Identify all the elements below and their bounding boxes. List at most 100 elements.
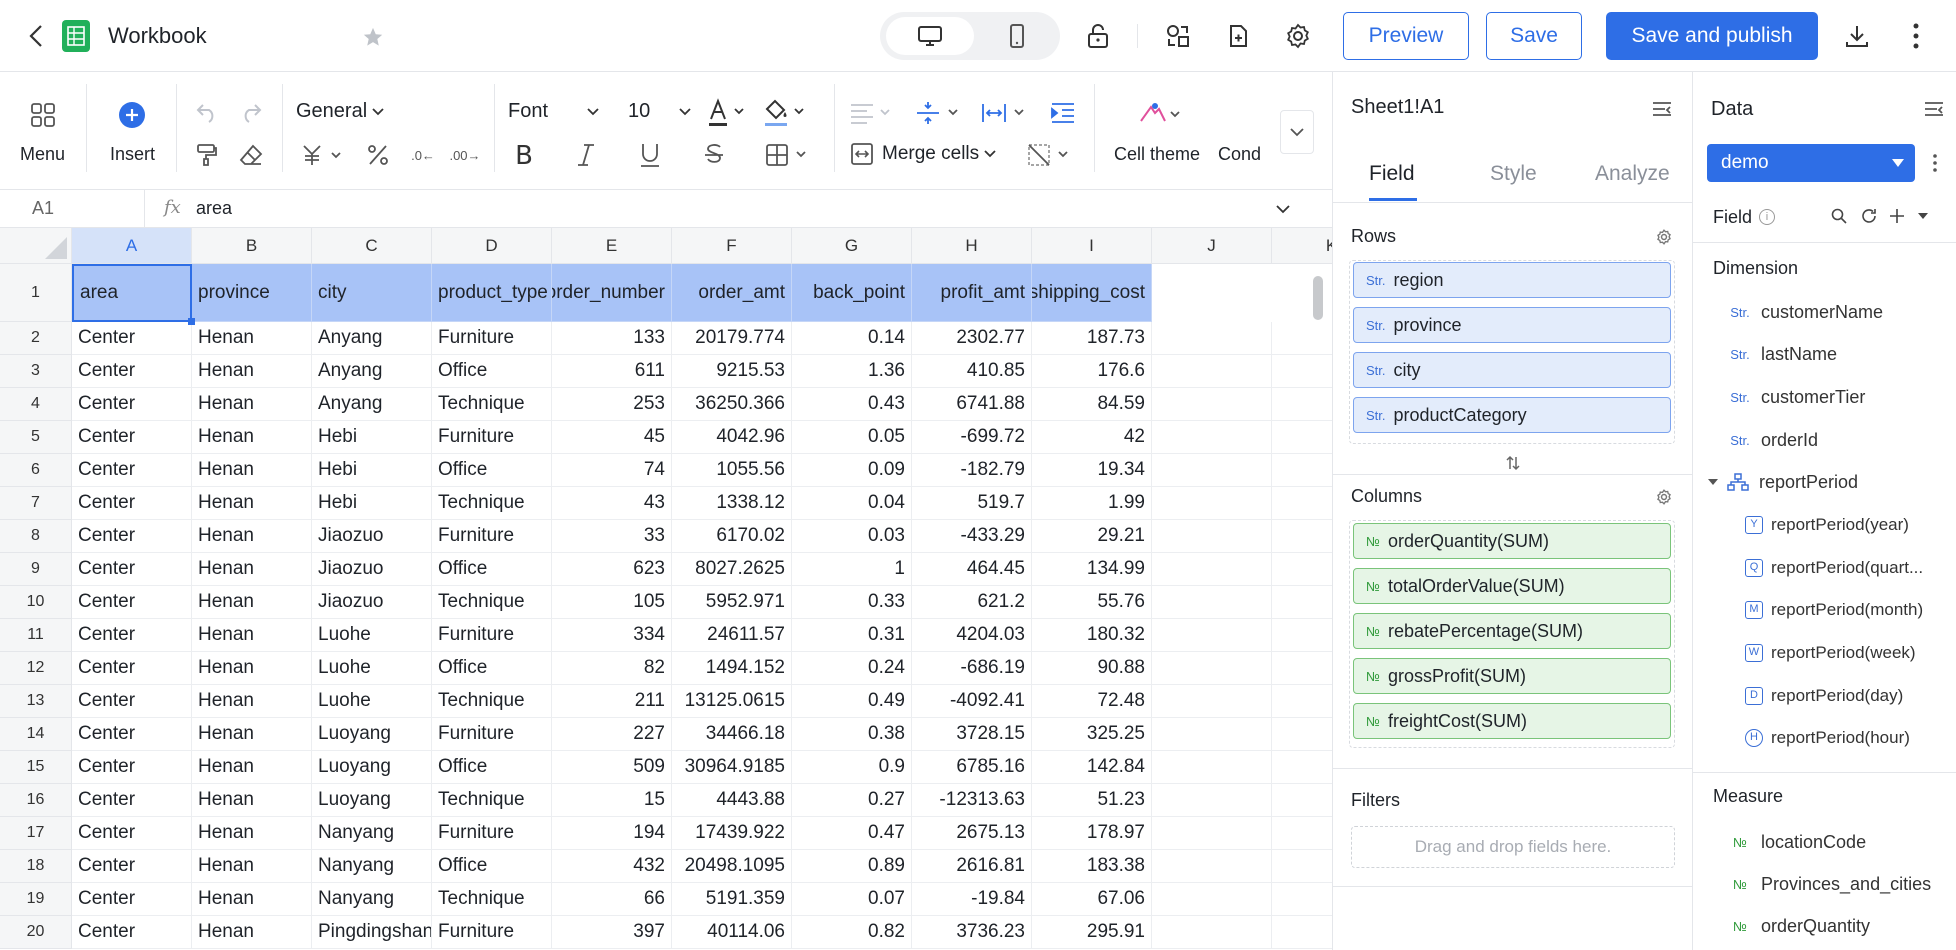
table-cell[interactable]: 42 [1032, 421, 1152, 454]
table-cell[interactable]: 1338.12 [672, 487, 792, 520]
column-header-d[interactable]: D [432, 228, 552, 264]
table-cell[interactable]: 84.59 [1032, 388, 1152, 421]
row-header[interactable]: 6 [0, 454, 72, 487]
column-header-e[interactable]: E [552, 228, 672, 264]
empty-cell[interactable] [1152, 619, 1272, 652]
table-cell[interactable]: 90.88 [1032, 652, 1152, 685]
table-cell[interactable]: 334 [552, 619, 672, 652]
table-cell[interactable]: 0.38 [792, 718, 912, 751]
row-header[interactable]: 12 [0, 652, 72, 685]
empty-cell[interactable] [1152, 751, 1272, 784]
header-cell[interactable]: area [72, 264, 192, 322]
header-cell[interactable]: profit_amt [912, 264, 1032, 322]
table-cell[interactable]: 15 [552, 784, 672, 817]
hierarchy-group[interactable]: reportPeriod [1707, 462, 1858, 502]
table-cell[interactable]: Henan [192, 652, 312, 685]
tab-style[interactable]: Style [1490, 162, 1537, 186]
table-cell[interactable]: Furniture [432, 520, 552, 553]
column-field-pill[interactable]: № freightCost(SUM) [1353, 703, 1671, 739]
table-cell[interactable]: 4443.88 [672, 784, 792, 817]
table-cell[interactable]: Hebi [312, 421, 432, 454]
row-field-pill[interactable]: Str. region [1353, 262, 1671, 298]
table-cell[interactable]: 0.33 [792, 586, 912, 619]
table-cell[interactable]: Office [432, 751, 552, 784]
eraser-icon[interactable] [238, 142, 264, 168]
table-cell[interactable]: Office [432, 652, 552, 685]
table-cell[interactable]: 176.6 [1032, 355, 1152, 388]
export-icon[interactable] [1224, 22, 1252, 50]
column-header-a[interactable]: A [72, 228, 192, 264]
table-cell[interactable]: Henan [192, 751, 312, 784]
table-cell[interactable]: Henan [192, 454, 312, 487]
row-header[interactable]: 11 [0, 619, 72, 652]
column-header-k[interactable]: K [1272, 228, 1332, 264]
table-cell[interactable]: 19.34 [1032, 454, 1152, 487]
empty-cell[interactable] [1272, 421, 1332, 454]
more-vertical-icon[interactable] [1904, 20, 1928, 52]
row-header[interactable]: 20 [0, 916, 72, 949]
row-header[interactable]: 4 [0, 388, 72, 421]
empty-cell[interactable] [1272, 553, 1332, 586]
table-cell[interactable]: Henan [192, 916, 312, 949]
table-cell[interactable]: 30964.9185 [672, 751, 792, 784]
table-cell[interactable]: 74 [552, 454, 672, 487]
table-cell[interactable]: Anyang [312, 322, 432, 355]
bold-icon[interactable]: 𝖡 [510, 140, 538, 170]
table-cell[interactable]: 0.05 [792, 421, 912, 454]
empty-cell[interactable] [1152, 718, 1272, 751]
panel-collapse-icon[interactable] [1649, 98, 1675, 122]
empty-cell[interactable] [1272, 520, 1332, 553]
empty-cell[interactable] [1152, 685, 1272, 718]
table-cell[interactable]: Center [72, 421, 192, 454]
row-header[interactable]: 14 [0, 718, 72, 751]
table-cell[interactable]: 432 [552, 850, 672, 883]
column-header-j[interactable]: J [1152, 228, 1272, 264]
table-cell[interactable]: 621.2 [912, 586, 1032, 619]
table-cell[interactable]: 4204.03 [912, 619, 1032, 652]
table-cell[interactable]: 0.43 [792, 388, 912, 421]
dimension-field[interactable]: Str. orderId [1725, 420, 1818, 460]
table-cell[interactable]: 133 [552, 322, 672, 355]
table-cell[interactable]: Center [72, 784, 192, 817]
table-cell[interactable]: 134.99 [1032, 553, 1152, 586]
columns-settings-gear-icon[interactable] [1655, 488, 1673, 506]
table-cell[interactable]: 2675.13 [912, 817, 1032, 850]
redo-icon[interactable] [238, 100, 264, 126]
table-cell[interactable]: Henan [192, 883, 312, 916]
formula-input[interactable]: area [196, 198, 232, 219]
table-cell[interactable]: 0.9 [792, 751, 912, 784]
mobile-view-button[interactable] [982, 17, 1052, 55]
ribbon-expand-chevron-icon[interactable] [1280, 110, 1314, 154]
measure-field[interactable]: № Provinces_and_cities [1725, 864, 1931, 904]
no-border-icon[interactable] [1026, 142, 1076, 168]
empty-cell[interactable] [1272, 322, 1332, 355]
table-cell[interactable]: Henan [192, 520, 312, 553]
table-cell[interactable]: 0.24 [792, 652, 912, 685]
table-cell[interactable]: -182.79 [912, 454, 1032, 487]
table-cell[interactable]: 0.04 [792, 487, 912, 520]
measure-field[interactable]: № locationCode [1725, 822, 1866, 862]
row-header[interactable]: 3 [0, 355, 72, 388]
formula-expand-chevron-icon[interactable] [1272, 200, 1294, 218]
more-vertical-icon[interactable] [1929, 152, 1941, 174]
row-header[interactable]: 19 [0, 883, 72, 916]
table-cell[interactable]: Center [72, 619, 192, 652]
period-field[interactable]: QreportPeriod(quart... [1745, 548, 1923, 588]
table-cell[interactable]: Center [72, 553, 192, 586]
empty-cell[interactable] [1272, 718, 1332, 751]
empty-cell[interactable] [1152, 520, 1272, 553]
table-cell[interactable]: 3736.23 [912, 916, 1032, 949]
table-cell[interactable]: Nanyang [312, 883, 432, 916]
table-cell[interactable]: Center [72, 487, 192, 520]
table-cell[interactable]: 29.21 [1032, 520, 1152, 553]
table-cell[interactable]: 105 [552, 586, 672, 619]
row-header[interactable]: 17 [0, 817, 72, 850]
period-field[interactable]: HreportPeriod(hour) [1745, 718, 1910, 758]
header-cell[interactable]: city [312, 264, 432, 322]
table-cell[interactable]: 187.73 [1032, 322, 1152, 355]
table-cell[interactable]: 0.49 [792, 685, 912, 718]
merge-cells-dropdown[interactable]: Merge cells [850, 142, 997, 166]
row-header[interactable]: 2 [0, 322, 72, 355]
lock-icon[interactable] [1084, 22, 1112, 50]
fill-handle[interactable] [188, 318, 195, 325]
